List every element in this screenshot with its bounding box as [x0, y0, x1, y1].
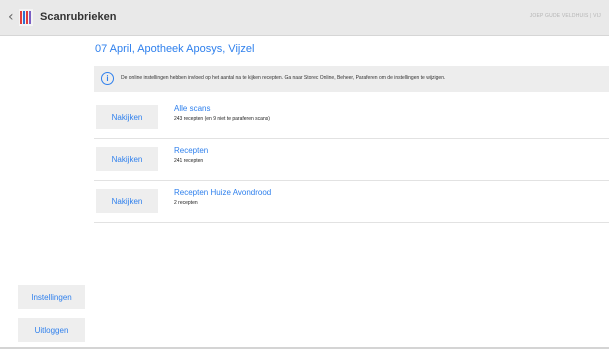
chevron-left-icon[interactable]: ‹	[8, 10, 14, 24]
bottom-divider	[0, 347, 609, 349]
page-title: 07 April, Apotheek Aposys, Vijzel	[95, 43, 255, 55]
list-item: Nakijken Recepten 241 recepten	[94, 141, 609, 181]
app-title: Scanrubrieken	[40, 11, 117, 23]
top-bar: ‹ Scanrubrieken JOEP GUDE VELDHUIS | VIJ	[0, 0, 609, 36]
nakijken-button[interactable]: Nakijken	[96, 147, 158, 171]
divider	[94, 222, 609, 223]
info-text: De online instellingen hebben invloed op…	[121, 75, 446, 81]
nakijken-button[interactable]: Nakijken	[96, 105, 158, 129]
info-icon: i	[101, 72, 114, 85]
info-banner: i De online instellingen hebben invloed …	[94, 66, 609, 92]
nakijken-button[interactable]: Nakijken	[96, 189, 158, 213]
item-subtitle: 243 recepten (en 9 niet te paraferen sca…	[174, 116, 270, 122]
item-subtitle: 241 recepten	[174, 158, 204, 164]
item-title[interactable]: Alle scans	[174, 104, 210, 113]
settings-button[interactable]: Instellingen	[18, 285, 85, 309]
user-info: JOEP GUDE VELDHUIS | VIJ	[529, 13, 601, 19]
list-item: Nakijken Alle scans 243 recepten (en 9 n…	[94, 99, 609, 139]
app-logo-icon	[19, 9, 33, 26]
item-subtitle: 2 recepten	[174, 200, 198, 206]
logout-button[interactable]: Uitloggen	[18, 318, 85, 342]
item-title[interactable]: Recepten Huize Avondrood	[174, 188, 271, 197]
divider	[94, 180, 609, 181]
item-title[interactable]: Recepten	[174, 146, 208, 155]
divider	[94, 138, 609, 139]
list-item: Nakijken Recepten Huize Avondrood 2 rece…	[94, 183, 609, 223]
